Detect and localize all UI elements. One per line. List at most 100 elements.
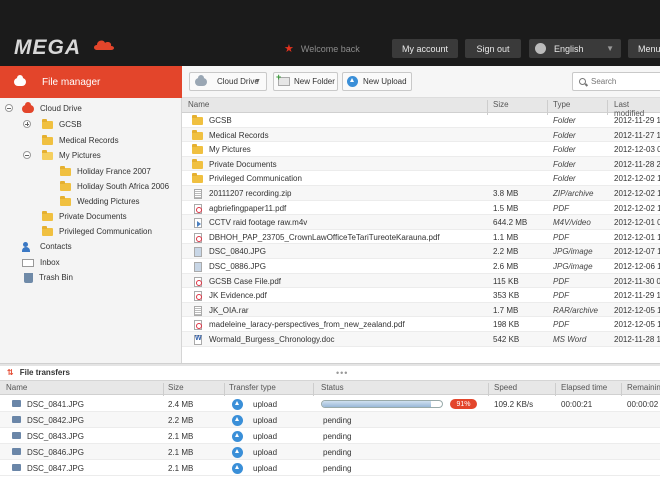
sidebar-item-cloud-drive[interactable]: Cloud Drive bbox=[22, 101, 82, 116]
column-header-remaining[interactable]: Remaining bbox=[627, 383, 660, 392]
file-name: Medical Records bbox=[209, 130, 269, 140]
transfer-name: DSC_0843.JPG bbox=[27, 432, 84, 441]
file-row[interactable]: agbriefingpaper11.pdf 1.5 MB PDF 2012-12-02… bbox=[182, 201, 660, 216]
search-box[interactable] bbox=[572, 72, 660, 91]
file-manager-header[interactable]: File manager bbox=[0, 66, 182, 98]
file-type: Folder bbox=[553, 116, 576, 125]
cloud-icon bbox=[22, 101, 34, 113]
transfer-size: 2.2 MB bbox=[168, 416, 194, 425]
sidebar-item-inbox[interactable]: Inbox bbox=[22, 255, 60, 270]
transfer-row[interactable]: DSC_0842.JPG 2.2 MB upload pending bbox=[0, 412, 660, 428]
file-row[interactable]: madeleine_laracy-perspectives_from_new_z… bbox=[182, 317, 660, 332]
file-name: Wormald_Burgess_Chronology.doc bbox=[209, 335, 335, 344]
sidebar-item-label: Medical Records bbox=[59, 136, 119, 145]
menu-button[interactable]: Menu bbox=[628, 39, 660, 58]
column-header-size[interactable]: Size bbox=[168, 383, 184, 392]
sidebar-item-holiday-south-africa-2006[interactable]: Holiday South Africa 2006 bbox=[60, 179, 169, 194]
folder-icon bbox=[42, 225, 53, 236]
file-size: 1.7 MB bbox=[493, 305, 519, 315]
file-name: DSC_0886.JPG bbox=[209, 262, 266, 271]
new-upload-button[interactable]: New Upload bbox=[342, 72, 412, 91]
sidebar-item-my-pictures[interactable]: My Pictures bbox=[42, 148, 101, 163]
file-row[interactable]: GCSB Folder 2012-11-29 1 bbox=[182, 113, 660, 128]
file-type: PDF bbox=[553, 291, 569, 301]
column-header-transfer-type[interactable]: Transfer type bbox=[229, 383, 276, 392]
collapse-toggle-icon[interactable] bbox=[23, 151, 31, 159]
sidebar-item-private-documents[interactable]: Private Documents bbox=[42, 209, 127, 224]
folder-icon bbox=[60, 165, 71, 176]
cloud-icon bbox=[195, 74, 207, 86]
file-row[interactable]: Wormald_Burgess_Chronology.doc 542 KB MS W… bbox=[182, 332, 660, 347]
video-file-icon bbox=[194, 218, 202, 229]
upload-icon bbox=[347, 76, 358, 87]
language-select[interactable]: English ▼ bbox=[529, 39, 621, 58]
column-header-speed[interactable]: Speed bbox=[494, 383, 517, 392]
sidebar-item-holiday-france-2007[interactable]: Holiday France 2007 bbox=[60, 164, 151, 179]
column-header-status[interactable]: Status bbox=[321, 383, 344, 392]
sidebar-item-trash-bin[interactable]: Trash Bin bbox=[22, 270, 73, 285]
transfer-size: 2.1 MB bbox=[168, 464, 194, 473]
inbox-icon bbox=[22, 258, 34, 267]
sidebar-item-label: Wedding Pictures bbox=[77, 197, 140, 206]
drag-handle-icon[interactable]: ••• bbox=[336, 368, 348, 378]
transfer-row[interactable]: DSC_0847.JPG 2.1 MB upload pending bbox=[0, 460, 660, 476]
file-row[interactable]: JK Evidence.pdf 353 KB PDF 2012-11-29 1 bbox=[182, 288, 660, 303]
file-type: Folder bbox=[553, 159, 576, 169]
transfer-row[interactable]: DSC_0846.JPG 2.1 MB upload pending bbox=[0, 444, 660, 460]
new-folder-button[interactable]: New Folder bbox=[273, 72, 338, 91]
cloud-drive-dropdown[interactable]: Cloud Drive ▼ bbox=[189, 72, 267, 91]
sidebar-item-contacts[interactable]: Contacts bbox=[22, 239, 72, 254]
upload-icon bbox=[232, 399, 243, 410]
sign-out-button[interactable]: Sign out bbox=[465, 39, 521, 58]
column-header-name[interactable]: Name bbox=[6, 383, 27, 392]
file-type: JPG/image bbox=[553, 247, 593, 257]
collapse-toggle-icon[interactable] bbox=[5, 104, 13, 112]
transfer-status: pending bbox=[323, 448, 352, 457]
file-row[interactable]: 20111207 recording.zip 3.8 MB ZIP/archive 2… bbox=[182, 186, 660, 201]
transfer-status: pending bbox=[323, 416, 352, 425]
search-input[interactable] bbox=[591, 77, 660, 86]
file-transfers-title[interactable]: ⇅ File transfers bbox=[7, 368, 70, 377]
transfer-arrows-icon: ⇅ bbox=[7, 368, 14, 377]
file-row[interactable]: DSC_0840.JPG 2.2 MB JPG/image 2012-12-07 1 bbox=[182, 244, 660, 259]
file-type: PDF bbox=[553, 203, 569, 213]
my-account-button[interactable]: My account bbox=[392, 39, 458, 58]
transfer-size: 2.4 MB bbox=[168, 400, 194, 409]
welcome-text: Welcome back bbox=[300, 43, 360, 54]
file-row[interactable]: DBHOH_PAP_23705_CrownLawOfficeTeTariTure… bbox=[182, 230, 660, 245]
column-header-size[interactable]: Size bbox=[493, 100, 509, 109]
panel-splitter[interactable] bbox=[0, 363, 660, 366]
folder-icon bbox=[192, 173, 203, 184]
file-type: Folder bbox=[553, 145, 576, 155]
column-header-name[interactable]: Name bbox=[188, 100, 209, 109]
transfer-row[interactable]: DSC_0843.JPG 2.1 MB upload pending bbox=[0, 428, 660, 444]
toolbar: Cloud Drive ▼ New Folder New Upload bbox=[182, 66, 660, 98]
file-name: agbriefingpaper11.pdf bbox=[209, 203, 287, 213]
file-size: 198 KB bbox=[493, 320, 520, 330]
progress-fill bbox=[322, 401, 432, 407]
file-row[interactable]: JK_OIA.rar 1.7 MB RAR/archive 2012-12-05 1 bbox=[182, 302, 660, 318]
sidebar-item-privileged-communication[interactable]: Privileged Communication bbox=[42, 224, 152, 239]
column-header-type[interactable]: Type bbox=[553, 100, 570, 109]
sidebar-item-wedding-pictures[interactable]: Wedding Pictures bbox=[60, 194, 140, 209]
expand-toggle-icon[interactable] bbox=[23, 120, 31, 128]
file-size: 115 KB bbox=[493, 276, 519, 286]
sidebar-item-gcsb[interactable]: GCSB bbox=[42, 117, 82, 132]
file-row[interactable]: Medical Records Folder 2012-11-27 1 bbox=[182, 127, 660, 143]
file-row[interactable]: DSC_0886.JPG 2.6 MB JPG/image 2012-12-06 1 bbox=[182, 259, 660, 274]
file-row[interactable]: GCSB Case File.pdf 115 KB PDF 2012-11-30 0 bbox=[182, 273, 660, 289]
logo-text: MEGA bbox=[14, 36, 81, 59]
word-file-icon bbox=[194, 335, 202, 345]
transfer-row[interactable]: DSC_0841.JPG 2.4 MB upload 91% 109.2 KB/s 00:… bbox=[0, 396, 660, 412]
file-row[interactable]: Privileged Communication Folder 2012-12-02… bbox=[182, 171, 660, 186]
new-folder-icon bbox=[276, 72, 290, 86]
file-type: PDF bbox=[553, 276, 569, 286]
globe-icon bbox=[535, 43, 546, 54]
file-row[interactable]: Private Documents Folder 2012-11-28 2 bbox=[182, 156, 660, 172]
image-file-icon bbox=[194, 262, 202, 272]
file-row[interactable]: My Pictures Folder 2012-12-03 0 bbox=[182, 142, 660, 157]
column-header-elapsed[interactable]: Elapsed time bbox=[561, 383, 607, 392]
file-row[interactable]: CCTV raid footage raw.m4v 644.2 MB M4V/vid… bbox=[182, 215, 660, 230]
sidebar-item-medical-records[interactable]: Medical Records bbox=[42, 133, 119, 148]
file-modified: 2012-11-27 1 bbox=[614, 130, 660, 140]
